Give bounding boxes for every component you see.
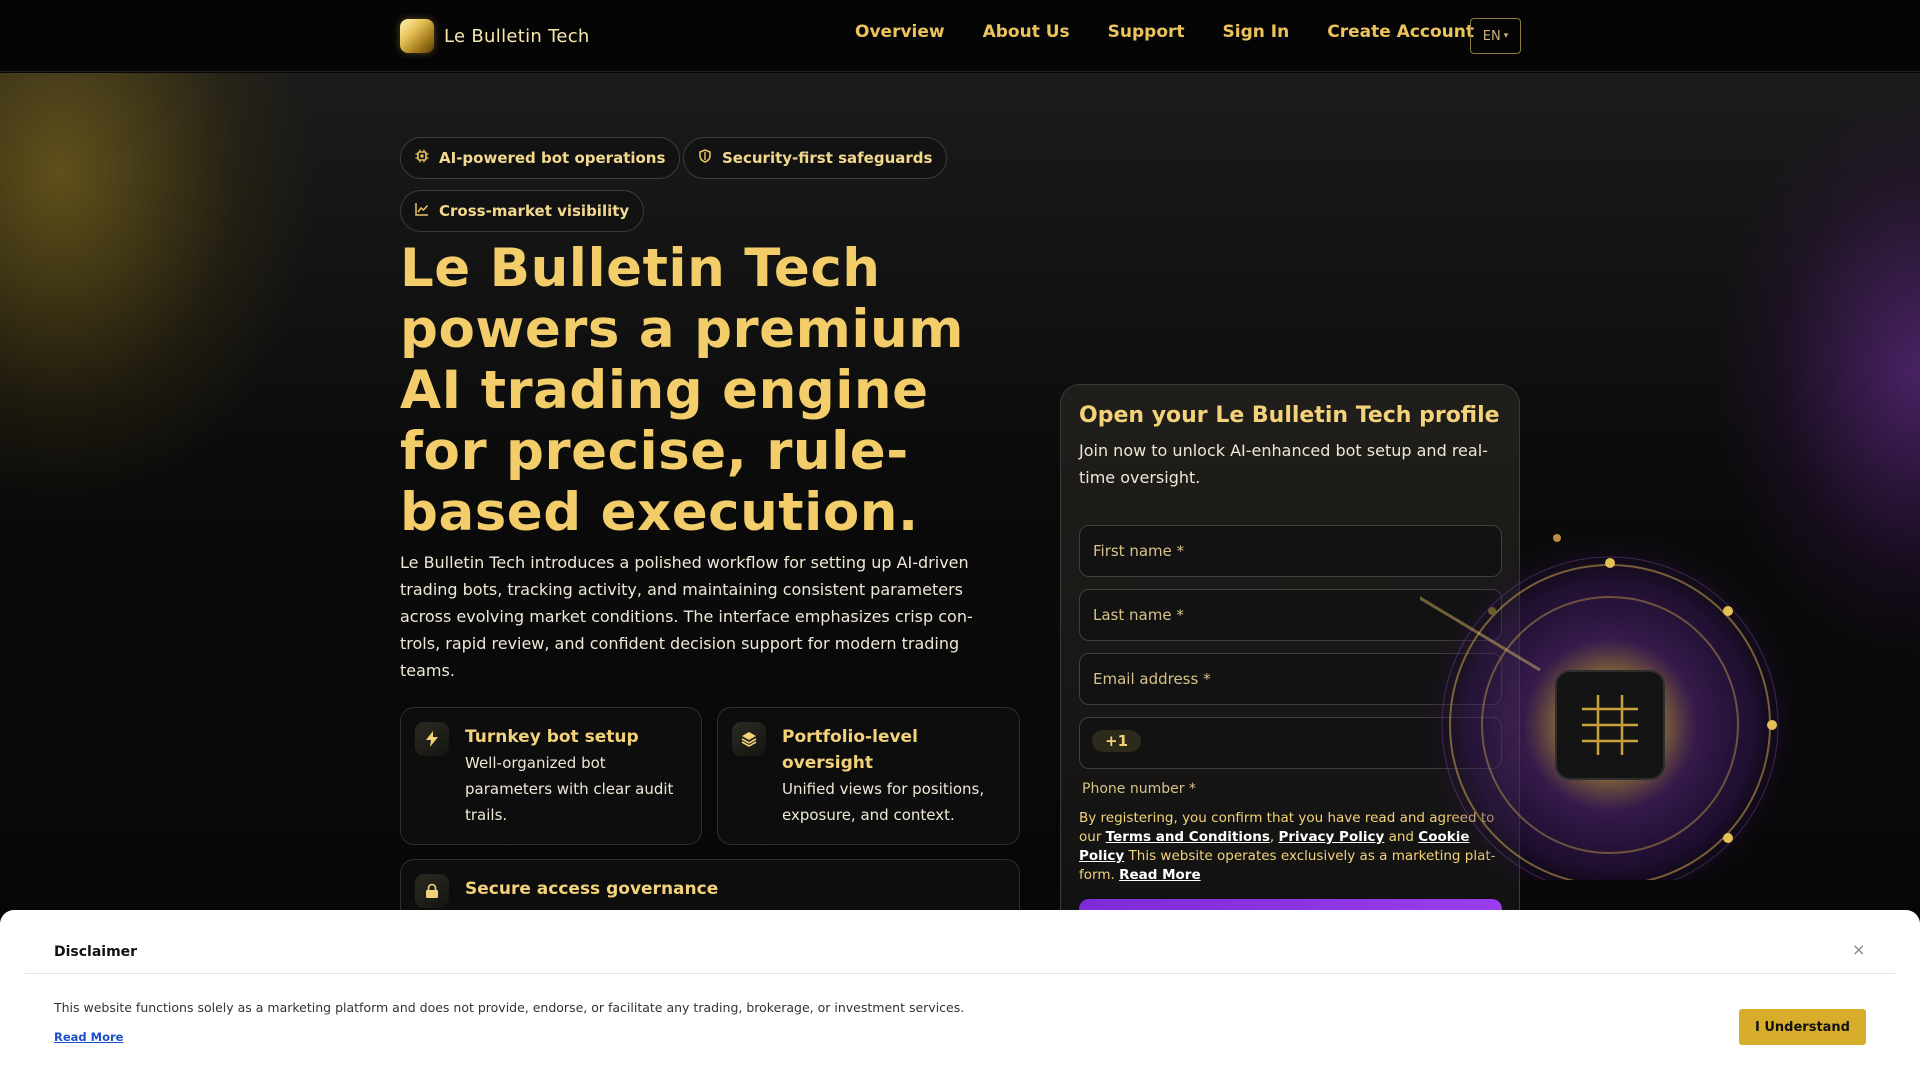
dial-code-selector[interactable]: +1: [1092, 730, 1142, 752]
brand-logo: [400, 19, 434, 53]
close-icon[interactable]: ×: [1852, 940, 1865, 959]
language-code: EN: [1482, 28, 1501, 44]
chevron-down-icon: ▾: [1503, 31, 1509, 41]
top-navigation: Le Bulletin Tech Overview About Us Suppo…: [0, 0, 1920, 72]
feature-card-turnkey-bot-setup: Turnkey bot setup Well-organized bot par…: [400, 707, 702, 845]
disclaimer-text: This website functions solely as a marke…: [54, 1000, 965, 1015]
privacy-link[interactable]: Privacy Policy: [1278, 829, 1384, 845]
language-selector[interactable]: EN ▾: [1470, 18, 1521, 54]
legal-and: and: [1388, 829, 1414, 845]
terms-link[interactable]: Terms and Conditions: [1106, 829, 1270, 845]
phone-label: Phone number *: [1082, 781, 1196, 797]
pill-label: Cross-market visibility: [439, 202, 630, 220]
brand[interactable]: Le Bulletin Tech: [400, 19, 590, 53]
pill-cross-market: Cross-market visibility: [400, 190, 645, 232]
hero-description: Le Bulletin Tech introduces a polished w…: [400, 553, 973, 680]
understand-button[interactable]: I Understand: [1739, 1009, 1866, 1045]
nav-link-overview[interactable]: Overview: [855, 22, 945, 42]
disclaimer-title: Disclaimer: [54, 944, 138, 960]
hero-title: Le Bulletin Tech powers a premium AI tra…: [400, 238, 964, 543]
brand-name: Le Bulletin Tech: [444, 25, 590, 47]
pill-label: AI-powered bot operations: [439, 149, 666, 167]
chip-icon: [415, 149, 429, 167]
nav-link-sign-in[interactable]: Sign In: [1223, 22, 1290, 42]
read-more-link[interactable]: Read More: [1119, 867, 1201, 883]
feature-title: Portfolio-level oversight: [782, 727, 918, 773]
lock-icon: [415, 874, 449, 908]
feature-title: Secure access governance: [465, 879, 719, 899]
disclaimer-banner: Disclaimer × This website functions sole…: [0, 910, 1920, 1080]
disclaimer-read-more-link[interactable]: Read More: [54, 1030, 123, 1044]
divider: [25, 973, 1895, 974]
signup-subtitle: Join now to unlock AI-enhanced bot setup…: [1079, 441, 1488, 487]
layers-icon: [732, 722, 766, 756]
feature-description: Unified views for positions, exposure, a…: [782, 780, 985, 824]
feature-card-portfolio-oversight: Portfolio-level oversight Unified views …: [717, 707, 1020, 845]
nav-link-support[interactable]: Support: [1108, 22, 1185, 42]
main-nav: Overview About Us Support Sign In Create…: [855, 22, 1474, 42]
shield-icon: [698, 149, 712, 167]
feature-description: Well-organized bot parameters with clear…: [465, 754, 674, 824]
chart-line-icon: [415, 202, 429, 220]
signup-title: Open your Le Bulletin Tech profile: [1079, 403, 1500, 428]
pill-label: Security-first safeguards: [722, 149, 933, 167]
pill-ai-bot-operations: AI-powered bot operations: [400, 137, 681, 179]
orbit-graphic: [1389, 500, 1810, 917]
nav-link-create-account[interactable]: Create Account: [1327, 22, 1474, 42]
pill-security-safeguards: Security-first safeguards: [683, 137, 948, 179]
feature-title: Turnkey bot setup: [465, 727, 639, 747]
nav-link-about-us[interactable]: About Us: [983, 22, 1070, 42]
lightning-icon: [415, 722, 449, 756]
